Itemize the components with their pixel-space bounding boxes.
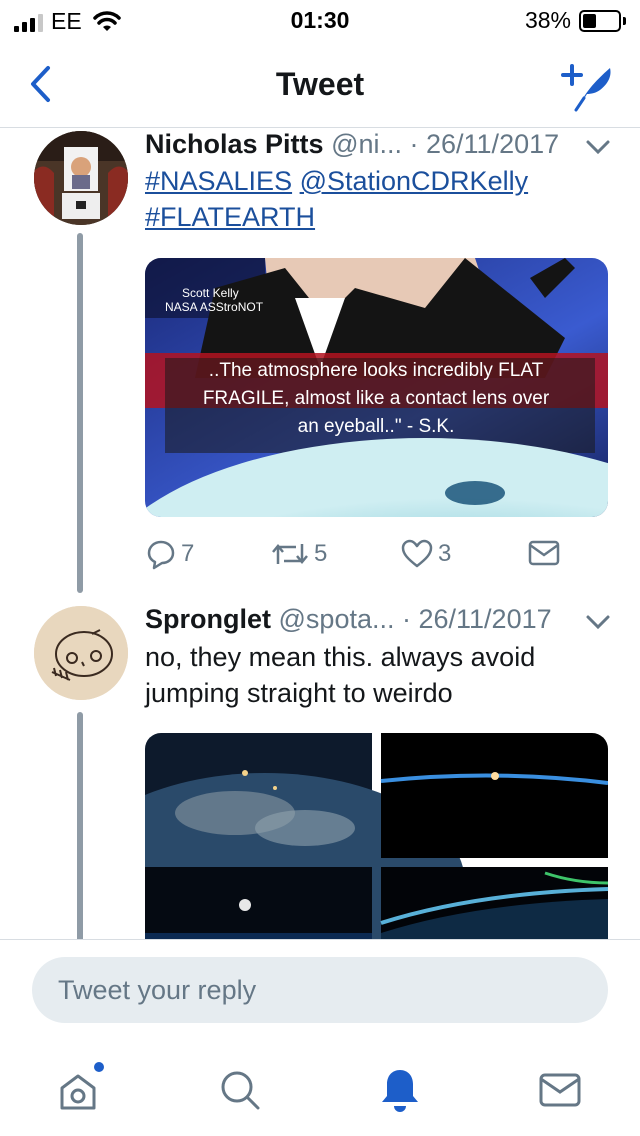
separator: · [394,604,419,634]
tweet-image[interactable] [145,867,372,939]
tweet-image[interactable] [380,867,608,939]
reply-bar: Tweet your reply [0,939,640,1039]
search-icon [221,1071,260,1110]
tweet-date: 26/11/2017 [418,604,552,634]
home-icon [60,1074,96,1110]
navigation-bar: Tweet [0,44,640,128]
tweet-text-line: no, they mean this. always avoid [145,642,536,672]
image-caption: FRAGILE, almost like a contact lens over [203,388,550,409]
retweet-button[interactable]: 5 [270,538,327,570]
tweet-header: Nicholas Pitts @ni... · 26/11/2017 [145,129,559,160]
envelope-icon [528,540,560,566]
compose-tweet-button[interactable] [558,58,618,114]
tweet-image-grid [145,733,608,939]
reply-icon [147,540,175,570]
battery-icon [579,9,621,32]
image-caption: an eyeball.." - S.K. [298,416,455,437]
tweet-actions: 7 5 3 [145,538,585,578]
avatar[interactable] [34,131,128,225]
status-bar: EE 01:30 38% [0,0,640,40]
reply-input[interactable]: Tweet your reply [32,957,608,1023]
tab-bar [0,1040,640,1136]
tweet-date: 26/11/2017 [426,129,560,159]
reply-button[interactable]: 7 [145,538,194,570]
separator: · [402,129,426,159]
battery-percentage: 38% [524,7,571,33]
notifications-icon [382,1070,418,1112]
image-caption: ..The atmosphere looks incredibly FLAT [209,360,544,381]
tweet-header: Spronglet @spota... · 26/11/2017 [145,604,552,635]
hashtag-link[interactable]: #NASALIES [145,166,292,196]
tab-search[interactable] [210,1060,270,1120]
direct-message-button[interactable] [527,538,561,568]
tab-messages[interactable] [530,1060,590,1120]
chevron-down-icon[interactable] [584,612,612,632]
back-button[interactable] [18,62,62,106]
author-handle[interactable]: @spota... [279,604,395,634]
chevron-left-icon [31,66,50,102]
thread-line [77,712,83,939]
notification-dot [94,1062,104,1072]
reply-count: 7 [181,540,195,567]
retweet-count: 5 [314,540,328,567]
tweet-thread: Nicholas Pitts @ni... · 26/11/2017 #NASA… [0,129,640,939]
author-handle[interactable]: @ni... [331,129,402,159]
tweet-text-line: jumping straight to weirdo [145,678,453,708]
retweet-icon [272,544,308,564]
image-label: Scott Kelly [182,286,239,300]
image-label: NASA ASStroNOT [165,300,264,314]
hashtag-link[interactable]: #FLATEARTH [145,202,315,232]
tweet-image[interactable]: Scott Kelly NASA ASStroNOT ..The atmosph… [145,258,608,517]
chevron-down-icon[interactable] [584,137,612,157]
avatar[interactable] [34,606,128,700]
mention-link[interactable]: @StationCDRKelly [300,166,529,196]
heart-icon [401,539,433,568]
compose-tweet-icon [561,64,611,112]
like-button[interactable]: 3 [400,538,451,570]
tweet-text: #NASALIES @StationCDRKelly #FLATEARTH [145,163,615,235]
like-count: 3 [438,540,452,567]
author-name[interactable]: Nicholas Pitts [145,129,324,159]
page-title: Tweet [275,66,365,102]
author-name[interactable]: Spronglet [145,604,271,634]
thread-line [77,233,83,593]
tab-home[interactable] [48,1060,108,1120]
tweet-text: no, they mean this. always avoid jumping… [145,639,615,711]
tweet-image[interactable] [380,733,608,858]
tab-notifications[interactable] [370,1060,430,1120]
messages-icon [539,1073,581,1107]
